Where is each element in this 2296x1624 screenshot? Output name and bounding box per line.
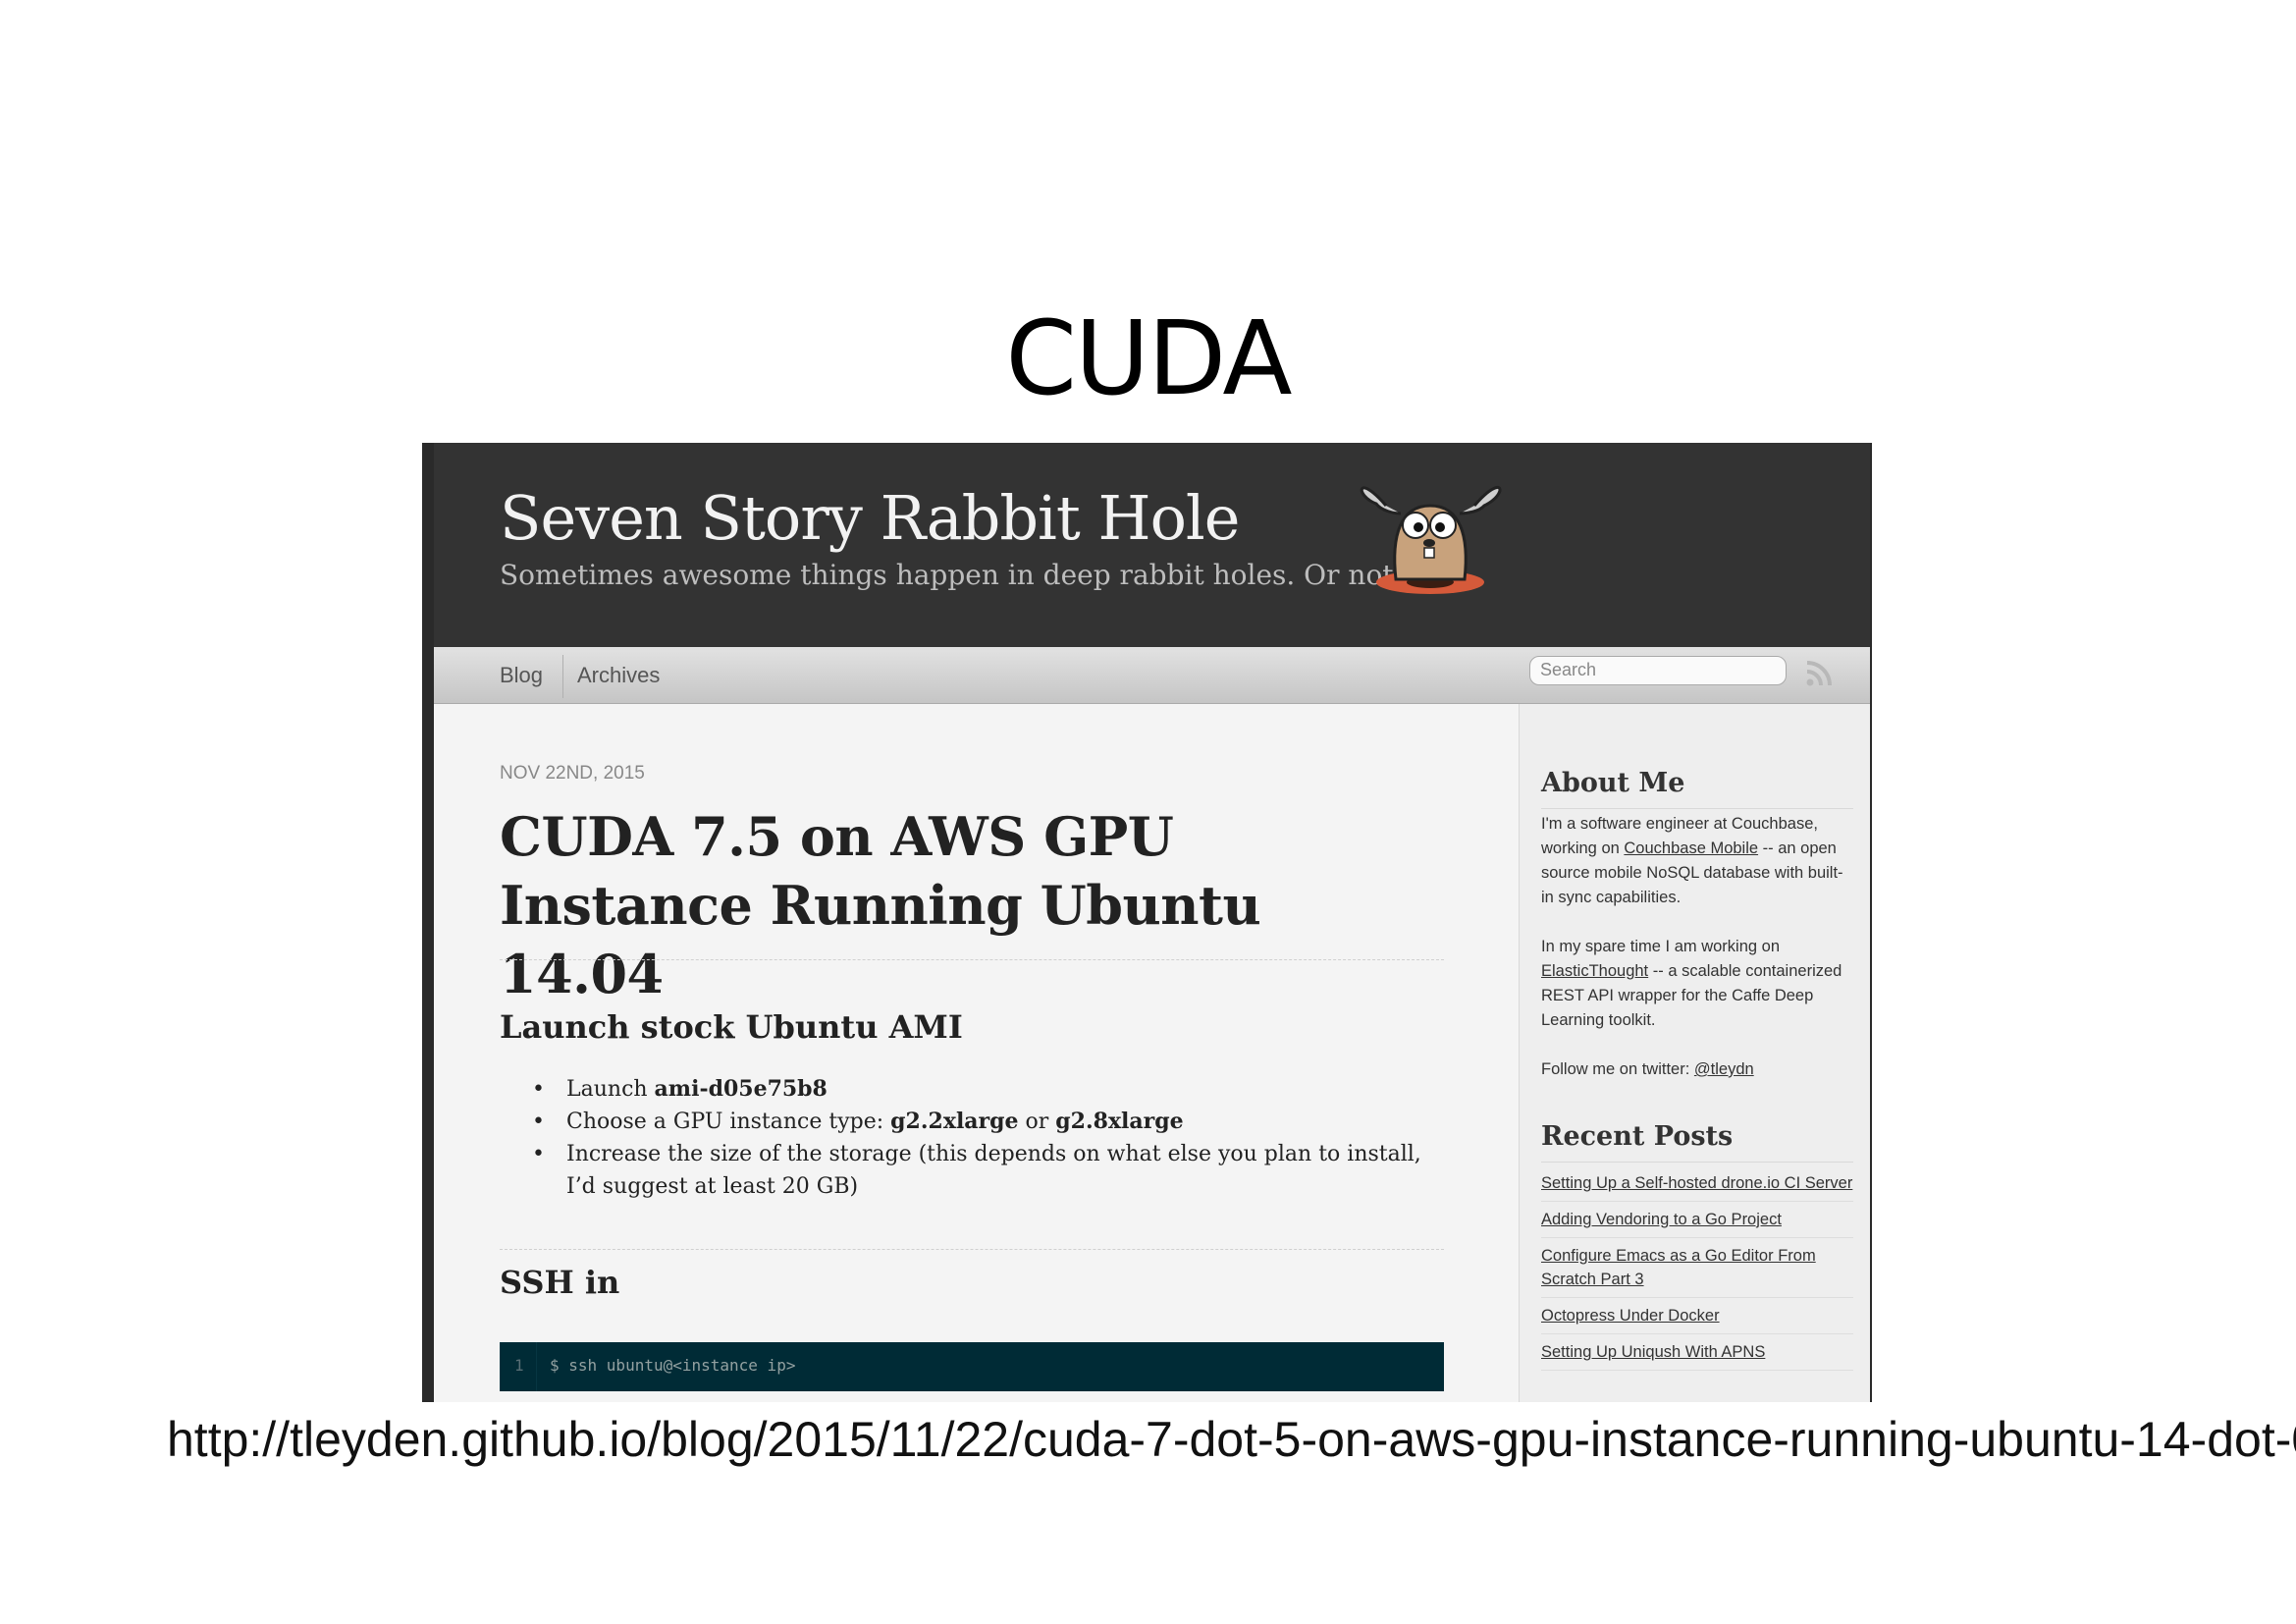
recent-posts-list: Setting Up a Self-hosted drone.io CI Ser… <box>1541 1165 1853 1371</box>
code-line-number: 1 <box>514 1356 524 1375</box>
post-title[interactable]: CUDA 7.5 on AWS GPU Instance Running Ubu… <box>500 802 1442 1008</box>
blog-page: Seven Story Rabbit Hole Sometimes awesom… <box>434 443 1870 1402</box>
recent-post-link[interactable]: Setting Up a Self-hosted drone.io CI Ser… <box>1541 1165 1853 1202</box>
instance-type-large: g2.8xlarge <box>1055 1109 1184 1134</box>
main-navigation: Blog Archives Search <box>434 647 1870 704</box>
site-title[interactable]: Seven Story Rabbit Hole <box>500 482 1240 554</box>
search-input[interactable]: Search <box>1529 656 1787 685</box>
recent-post-link[interactable]: Octopress Under Docker <box>1541 1298 1853 1334</box>
nav-divider <box>562 655 563 698</box>
nav-archives-link[interactable]: Archives <box>577 663 660 688</box>
slide-source-url: http://tleyden.github.io/blog/2015/11/22… <box>167 1412 2296 1467</box>
slide-title: CUDA <box>1005 298 1292 418</box>
sidebar-divider <box>1541 808 1853 809</box>
post-date: NOV 22ND, 2015 <box>500 763 645 784</box>
code-line: $ ssh ubuntu@<instance ip> <box>550 1356 796 1375</box>
site-banner: Seven Story Rabbit Hole Sometimes awesom… <box>434 443 1870 647</box>
about-paragraph-1: I'm a software engineer at Couchbase, wo… <box>1541 815 1843 906</box>
code-gutter <box>536 1342 537 1391</box>
blog-screenshot: Seven Story Rabbit Hole Sometimes awesom… <box>422 443 1872 1402</box>
nav-blog-link[interactable]: Blog <box>500 663 543 688</box>
section-heading-launch: Launch stock Ubuntu AMI <box>500 1008 963 1046</box>
list-item: Launch ami-d05e75b8 <box>532 1073 1455 1106</box>
gopher-logo-icon <box>1360 485 1502 594</box>
site-subtitle: Sometimes awesome things happen in deep … <box>500 559 1403 591</box>
instance-type-small: g2.2xlarge <box>890 1109 1019 1134</box>
sidebar: About Me I'm a software engineer at Couc… <box>1519 704 1870 1402</box>
list-item: Increase the size of the storage (this d… <box>532 1138 1455 1203</box>
about-paragraph-3: Follow me on twitter: @tleydn <box>1541 1060 1754 1078</box>
twitter-link[interactable]: @tleydn <box>1694 1060 1754 1078</box>
code-block: 1 $ ssh ubuntu@<instance ip> <box>500 1342 1444 1391</box>
rss-icon[interactable] <box>1804 659 1834 688</box>
elasticthought-link[interactable]: ElasticThought <box>1541 962 1648 980</box>
recent-post-link[interactable]: Setting Up Uniqush With APNS <box>1541 1334 1853 1371</box>
about-me-heading: About Me <box>1541 768 1685 798</box>
sidebar-divider <box>1541 1162 1853 1163</box>
couchbase-mobile-link[interactable]: Couchbase Mobile <box>1624 839 1758 857</box>
ami-id: ami-d05e75b8 <box>654 1076 828 1102</box>
recent-posts-heading: Recent Posts <box>1541 1121 1734 1152</box>
recent-post-link[interactable]: Configure Emacs as a Go Editor From Scra… <box>1541 1238 1853 1298</box>
section-heading-ssh: SSH in <box>500 1264 620 1301</box>
post-content: NOV 22ND, 2015 CUDA 7.5 on AWS GPU Insta… <box>434 704 1514 1402</box>
list-item: Choose a GPU instance type: g2.2xlarge o… <box>532 1106 1455 1138</box>
post-divider <box>500 959 1444 960</box>
steps-list: Launch ami-d05e75b8 Choose a GPU instanc… <box>532 1073 1455 1203</box>
section-divider <box>500 1249 1444 1250</box>
about-paragraph-2: In my spare time I am working on Elastic… <box>1541 938 1842 1029</box>
recent-post-link[interactable]: Adding Vendoring to a Go Project <box>1541 1202 1853 1238</box>
